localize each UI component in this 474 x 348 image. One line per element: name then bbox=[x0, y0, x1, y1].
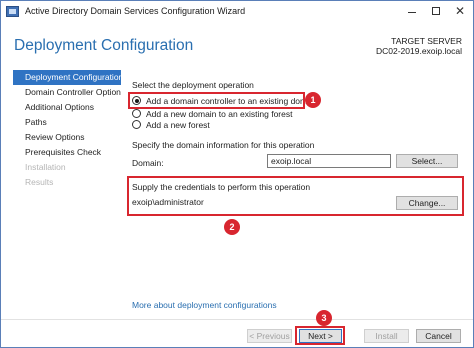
cancel-button[interactable]: Cancel bbox=[416, 329, 461, 343]
sidebar-item-prerequisites-check[interactable]: Prerequisites Check bbox=[13, 145, 121, 160]
radio-button[interactable] bbox=[132, 109, 141, 118]
minimize-icon bbox=[408, 11, 416, 13]
sidebar-item-deployment-configuration[interactable]: Deployment Configuration bbox=[13, 70, 121, 85]
radio-label: Add a new forest bbox=[146, 119, 210, 130]
callout-badge-3: 3 bbox=[316, 310, 332, 326]
title-bar: Active Directory Domain Services Configu… bbox=[1, 1, 473, 23]
radio-button[interactable] bbox=[132, 120, 141, 129]
radio-button-checked[interactable] bbox=[132, 96, 141, 105]
window-title: Active Directory Domain Services Configu… bbox=[25, 6, 246, 16]
target-server-name: DC02-2019.exoip.local bbox=[376, 46, 462, 56]
next-button[interactable]: Next > bbox=[299, 329, 342, 343]
sidebar-item-results: Results bbox=[25, 177, 54, 187]
page-title: Deployment Configuration bbox=[14, 37, 194, 54]
radio-add-domain-existing-forest[interactable]: Add a new domain to an existing forest bbox=[132, 108, 292, 119]
radio-add-dc-existing-domain[interactable]: Add a domain controller to an existing d… bbox=[132, 95, 318, 106]
maximize-icon bbox=[432, 7, 440, 15]
domain-info-heading: Specify the domain information for this … bbox=[132, 140, 315, 150]
more-about-deployment-link[interactable]: More about deployment configurations bbox=[132, 300, 277, 310]
close-icon: ✕ bbox=[454, 4, 466, 18]
app-icon bbox=[6, 6, 19, 17]
target-server-label: TARGET SERVER bbox=[391, 36, 462, 46]
maximize-button[interactable] bbox=[423, 1, 449, 21]
sidebar-nav: Deployment Configuration Domain Controll… bbox=[13, 70, 121, 190]
credentials-value: exoip\administrator bbox=[132, 197, 204, 207]
sidebar-item-review-options[interactable]: Review Options bbox=[13, 130, 121, 145]
callout-badge-2: 2 bbox=[224, 219, 240, 235]
install-button[interactable]: Install bbox=[364, 329, 409, 343]
sidebar-item-paths[interactable]: Paths bbox=[13, 115, 121, 130]
radio-label: Add a domain controller to an existing d… bbox=[146, 95, 319, 106]
close-button[interactable]: ✕ bbox=[447, 1, 473, 21]
select-domain-button[interactable]: Select... bbox=[396, 154, 458, 168]
domain-label: Domain: bbox=[132, 158, 164, 168]
credentials-heading: Supply the credentials to perform this o… bbox=[132, 182, 311, 192]
radio-label: Add a new domain to an existing forest bbox=[146, 108, 293, 119]
change-credentials-button[interactable]: Change... bbox=[396, 196, 458, 210]
previous-button[interactable]: < Previous bbox=[247, 329, 292, 343]
domain-field[interactable]: exoip.local bbox=[267, 154, 391, 168]
sidebar-item-additional-options[interactable]: Additional Options bbox=[13, 100, 121, 115]
wizard-window: Active Directory Domain Services Configu… bbox=[0, 0, 474, 348]
sidebar-item-domain-controller-options[interactable]: Domain Controller Options bbox=[13, 85, 121, 100]
minimize-button[interactable] bbox=[399, 1, 425, 21]
operation-heading: Select the deployment operation bbox=[132, 80, 254, 90]
callout-badge-1: 1 bbox=[305, 92, 321, 108]
radio-add-new-forest[interactable]: Add a new forest bbox=[132, 119, 210, 130]
sidebar-item-installation: Installation bbox=[25, 162, 66, 172]
footer-divider bbox=[1, 319, 473, 320]
